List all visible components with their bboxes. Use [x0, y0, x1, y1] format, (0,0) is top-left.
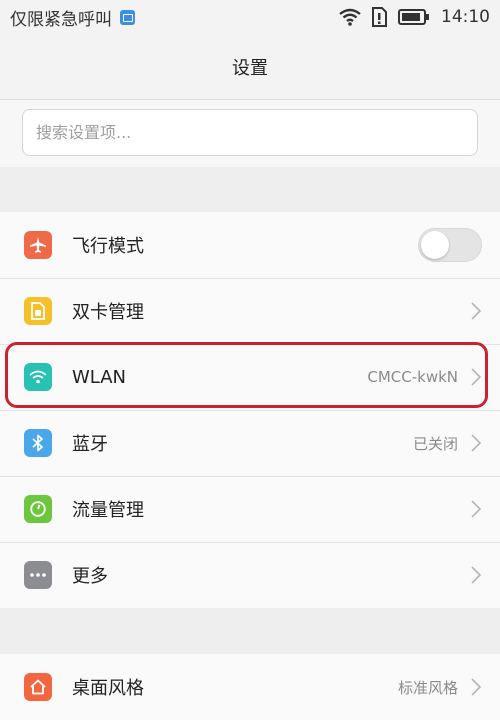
chevron-right-icon — [470, 367, 482, 387]
row-label: 双卡管理 — [72, 302, 144, 323]
row-wlan[interactable]: WLAN CMCC-kwkN — [0, 344, 500, 410]
toggle-knob — [421, 231, 449, 259]
row-label: 流量管理 — [72, 500, 144, 521]
chevron-right-icon — [470, 565, 482, 585]
row-bluetooth[interactable]: 蓝牙 已关闭 — [0, 410, 500, 476]
airplane-mode-toggle[interactable] — [418, 228, 482, 262]
wlan-network-name: CMCC-kwkN — [367, 368, 458, 386]
row-data-usage[interactable]: 流量管理 — [0, 476, 500, 542]
row-label: 桌面风格 — [72, 678, 144, 699]
row-more[interactable]: 更多 — [0, 542, 500, 608]
bluetooth-status: 已关闭 — [412, 434, 458, 453]
image-notification-icon — [120, 9, 135, 25]
section-divider — [0, 167, 500, 212]
row-airplane-mode[interactable]: 飞行模式 — [0, 212, 500, 278]
chevron-right-icon — [470, 677, 482, 697]
battery-icon — [398, 8, 430, 26]
section-divider — [0, 608, 500, 654]
carrier-text: 仅限紧急呼叫 — [10, 9, 112, 30]
settings-list-connectivity: 飞行模式 双卡管理 WLAN CMCC-kwkN 蓝牙 已关闭 流量管理 更多 — [0, 212, 500, 608]
search-input[interactable] — [22, 109, 478, 156]
bluetooth-icon — [24, 429, 52, 457]
airplane-icon — [24, 231, 52, 259]
row-dual-sim[interactable]: 双卡管理 — [0, 278, 500, 344]
chevron-right-icon — [470, 301, 482, 321]
settings-list-display: 桌面风格 标准风格 — [0, 654, 500, 720]
search-area — [0, 100, 500, 167]
clock-time: 14:10 — [441, 7, 490, 27]
chevron-right-icon — [470, 499, 482, 519]
row-label: 更多 — [72, 566, 108, 587]
wifi-icon — [24, 363, 52, 391]
row-label: 蓝牙 — [72, 434, 108, 455]
page-title: 设置 — [232, 57, 268, 79]
no-sim-icon — [371, 6, 389, 28]
home-style-value: 标准风格 — [397, 678, 458, 697]
page-header: 设置 — [0, 34, 500, 100]
row-label: 飞行模式 — [72, 236, 144, 257]
row-label: WLAN — [72, 366, 127, 388]
status-bar: 仅限紧急呼叫 14:10 — [0, 0, 500, 34]
more-icon — [24, 561, 52, 589]
sim-card-icon — [24, 297, 52, 325]
chevron-right-icon — [470, 433, 482, 453]
row-home-style[interactable]: 桌面风格 标准风格 — [0, 654, 500, 720]
wifi-status-icon — [338, 7, 362, 27]
home-icon — [24, 673, 52, 701]
data-usage-icon — [24, 495, 52, 523]
